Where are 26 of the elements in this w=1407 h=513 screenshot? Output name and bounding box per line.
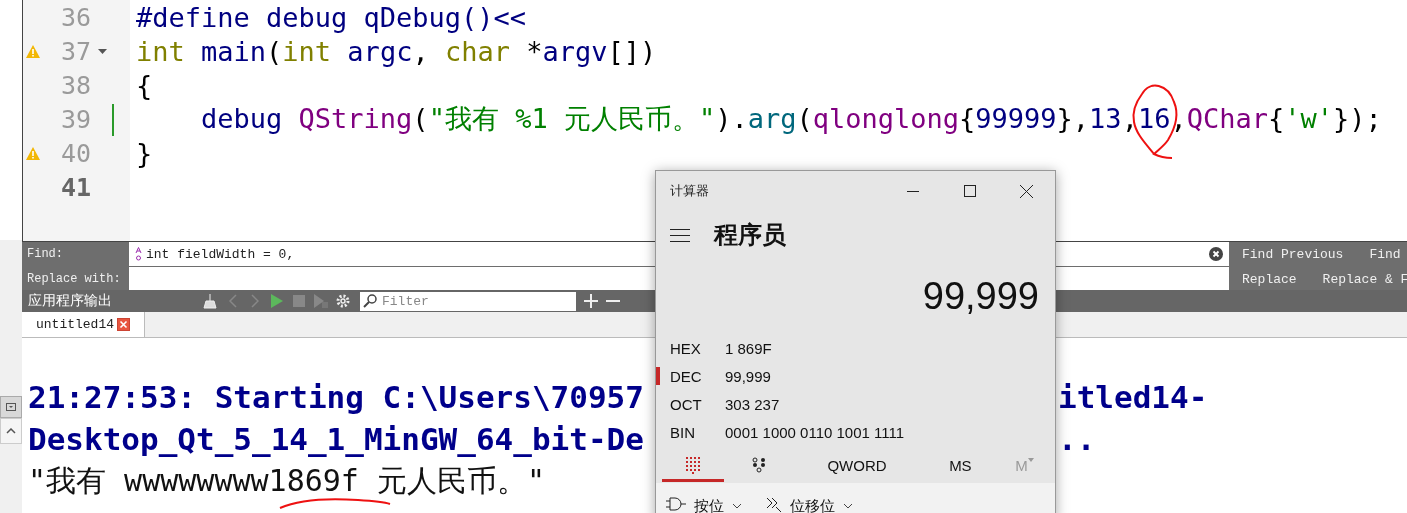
output-text: itled14- bbox=[1058, 381, 1208, 413]
mode-title: 程序员 bbox=[714, 220, 786, 251]
code-line: } bbox=[136, 137, 153, 169]
radix-value: 303 237 bbox=[725, 395, 780, 413]
radix-value: 1 869F bbox=[725, 339, 772, 357]
result-display: 99,999 bbox=[921, 274, 1040, 320]
line-number: 38 bbox=[59, 70, 91, 100]
line-number: 39 bbox=[59, 104, 91, 134]
output-text: .. bbox=[1058, 423, 1096, 455]
line-number: 40 bbox=[59, 138, 91, 168]
code-line: int main(int argc, char *argv[]) bbox=[136, 35, 657, 67]
output-text: 21:27:53: Starting C:\Users\70957 bbox=[28, 381, 644, 413]
radix-value: 0001 1000 0110 1001 1111 bbox=[725, 423, 905, 441]
radix-value: 99,999 bbox=[725, 367, 771, 385]
replace-label: Replace with: bbox=[26, 271, 122, 288]
code-line: #define debug qDebug()<< bbox=[136, 1, 527, 33]
line-number: 36 bbox=[59, 2, 91, 32]
line-number: 41 bbox=[59, 172, 91, 202]
code-line: { bbox=[136, 69, 153, 101]
find-label: Find: bbox=[26, 246, 64, 263]
output-text: "我有 wwwwwwww1869f 元人民币。" bbox=[28, 466, 546, 496]
output-text: Desktop_Qt_5_14_1_MinGW_64_bit-De bbox=[28, 423, 644, 455]
line-number: 37 bbox=[59, 36, 91, 66]
code-line: debug QString("我有 %1 元人民币。").arg(qlonglong{99999},13,16,QChar{'w'}); bbox=[200, 102, 1382, 136]
pane-title: 应用程序输出 bbox=[27, 292, 113, 310]
window-title: 计算器 bbox=[670, 182, 710, 200]
